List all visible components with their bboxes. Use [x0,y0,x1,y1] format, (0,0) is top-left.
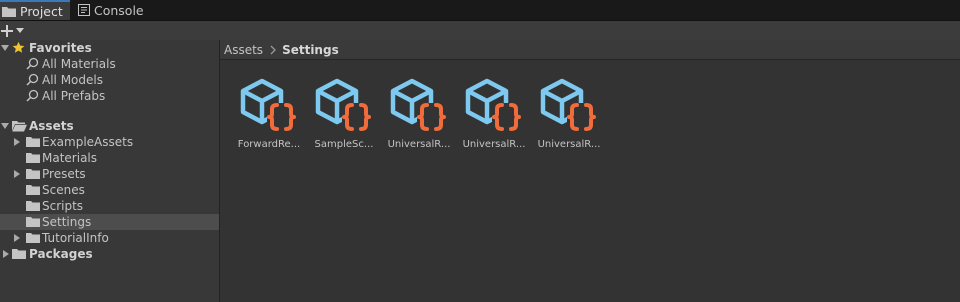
project-folder-tree[interactable]: Favorites All Materials All Models All P… [0,40,220,302]
search-icon [26,57,39,70]
tab-console[interactable]: Console [78,0,158,20]
tree-item-label: All Models [42,73,103,87]
star-icon [12,41,25,54]
asset-label: UniversalR... [387,139,451,150]
expand-arrow-right-icon[interactable] [1,246,11,262]
tree-item-label: All Prefabs [42,89,106,103]
tree-item-scripts[interactable]: Scripts [0,198,219,214]
tree-item-scenes[interactable]: Scenes [0,182,219,198]
folder-icon [26,136,40,147]
tree-item-label: ExampleAssets [42,135,134,149]
tree-item-exampleassets[interactable]: ExampleAssets [0,134,219,150]
asset-label: ForwardRe... [237,139,301,150]
folder-icon [12,248,26,259]
asset-item[interactable]: ForwardRe... [234,74,304,154]
tree-item-label: Scenes [42,183,85,197]
tree-item-all-materials[interactable]: All Materials [0,56,219,72]
folder-icon [26,184,40,195]
expand-arrow-right-icon[interactable] [12,134,22,150]
folder-icon [26,216,40,227]
scriptable-object-icon [534,74,604,138]
tree-item-presets[interactable]: Presets [0,166,219,182]
breadcrumb: Assets Settings [220,40,960,60]
plus-icon [1,24,13,37]
tree-item-label: Presets [42,167,86,181]
search-icon [26,73,39,86]
tree-item-assets[interactable]: Assets [0,118,219,134]
create-button[interactable] [1,22,27,39]
expand-arrow-down-icon[interactable] [0,118,10,134]
project-toolbar [0,21,960,41]
asset-item[interactable]: UniversalR... [534,74,604,154]
asset-grid-panel[interactable]: Assets Settings ForwardRe... SampleSc...… [220,40,960,302]
asset-item[interactable]: UniversalR... [384,74,454,154]
console-icon [78,4,90,16]
folder-icon [26,168,40,179]
tree-item-label: Scripts [42,199,84,213]
asset-label: UniversalR... [462,139,526,150]
tree-item-label: Settings [42,215,92,229]
tree-item-favorites[interactable]: Favorites [0,40,219,56]
scriptable-object-icon [384,74,454,138]
scriptable-object-icon [234,74,304,138]
asset-label: UniversalR... [537,139,601,150]
folder-icon [2,6,16,17]
scriptable-object-icon [309,74,379,138]
expand-arrow-right-icon[interactable] [12,230,22,246]
tree-item-all-models[interactable]: All Models [0,72,219,88]
tab-project[interactable]: Project [0,0,70,20]
tree-item-all-prefabs[interactable]: All Prefabs [0,88,219,104]
scriptable-object-icon [459,74,529,138]
breadcrumb-settings[interactable]: Settings [282,43,339,57]
search-icon [26,89,39,102]
asset-label: SampleSc... [314,139,374,150]
tree-item-label: TutorialInfo [42,231,109,245]
expand-arrow-right-icon[interactable] [12,166,22,182]
tree-item-settings[interactable]: Settings [0,214,219,230]
chevron-right-icon [270,45,276,55]
folder-icon [26,232,40,243]
tree-item-tutorialinfo[interactable]: TutorialInfo [0,230,219,246]
tab-label: Console [94,2,144,18]
window-tab-bar: Project Console [0,0,960,21]
tree-item-label: Materials [42,151,98,165]
folder-icon [26,152,40,163]
asset-item[interactable]: SampleSc... [309,74,379,154]
expand-arrow-down-icon[interactable] [0,40,10,56]
breadcrumb-assets[interactable]: Assets [224,43,263,57]
tree-item-materials[interactable]: Materials [0,150,219,166]
tree-item-packages[interactable]: Packages [0,246,219,262]
tree-item-label: All Materials [42,57,116,71]
chevron-down-icon [16,28,24,33]
tree-item-label: Assets [29,119,74,133]
folder-icon [26,200,40,211]
tree-item-label: Favorites [29,41,92,55]
tree-item-label: Packages [29,247,93,261]
asset-item[interactable]: UniversalR... [459,74,529,154]
folder-open-icon [12,120,27,132]
tab-label: Project [20,3,63,19]
